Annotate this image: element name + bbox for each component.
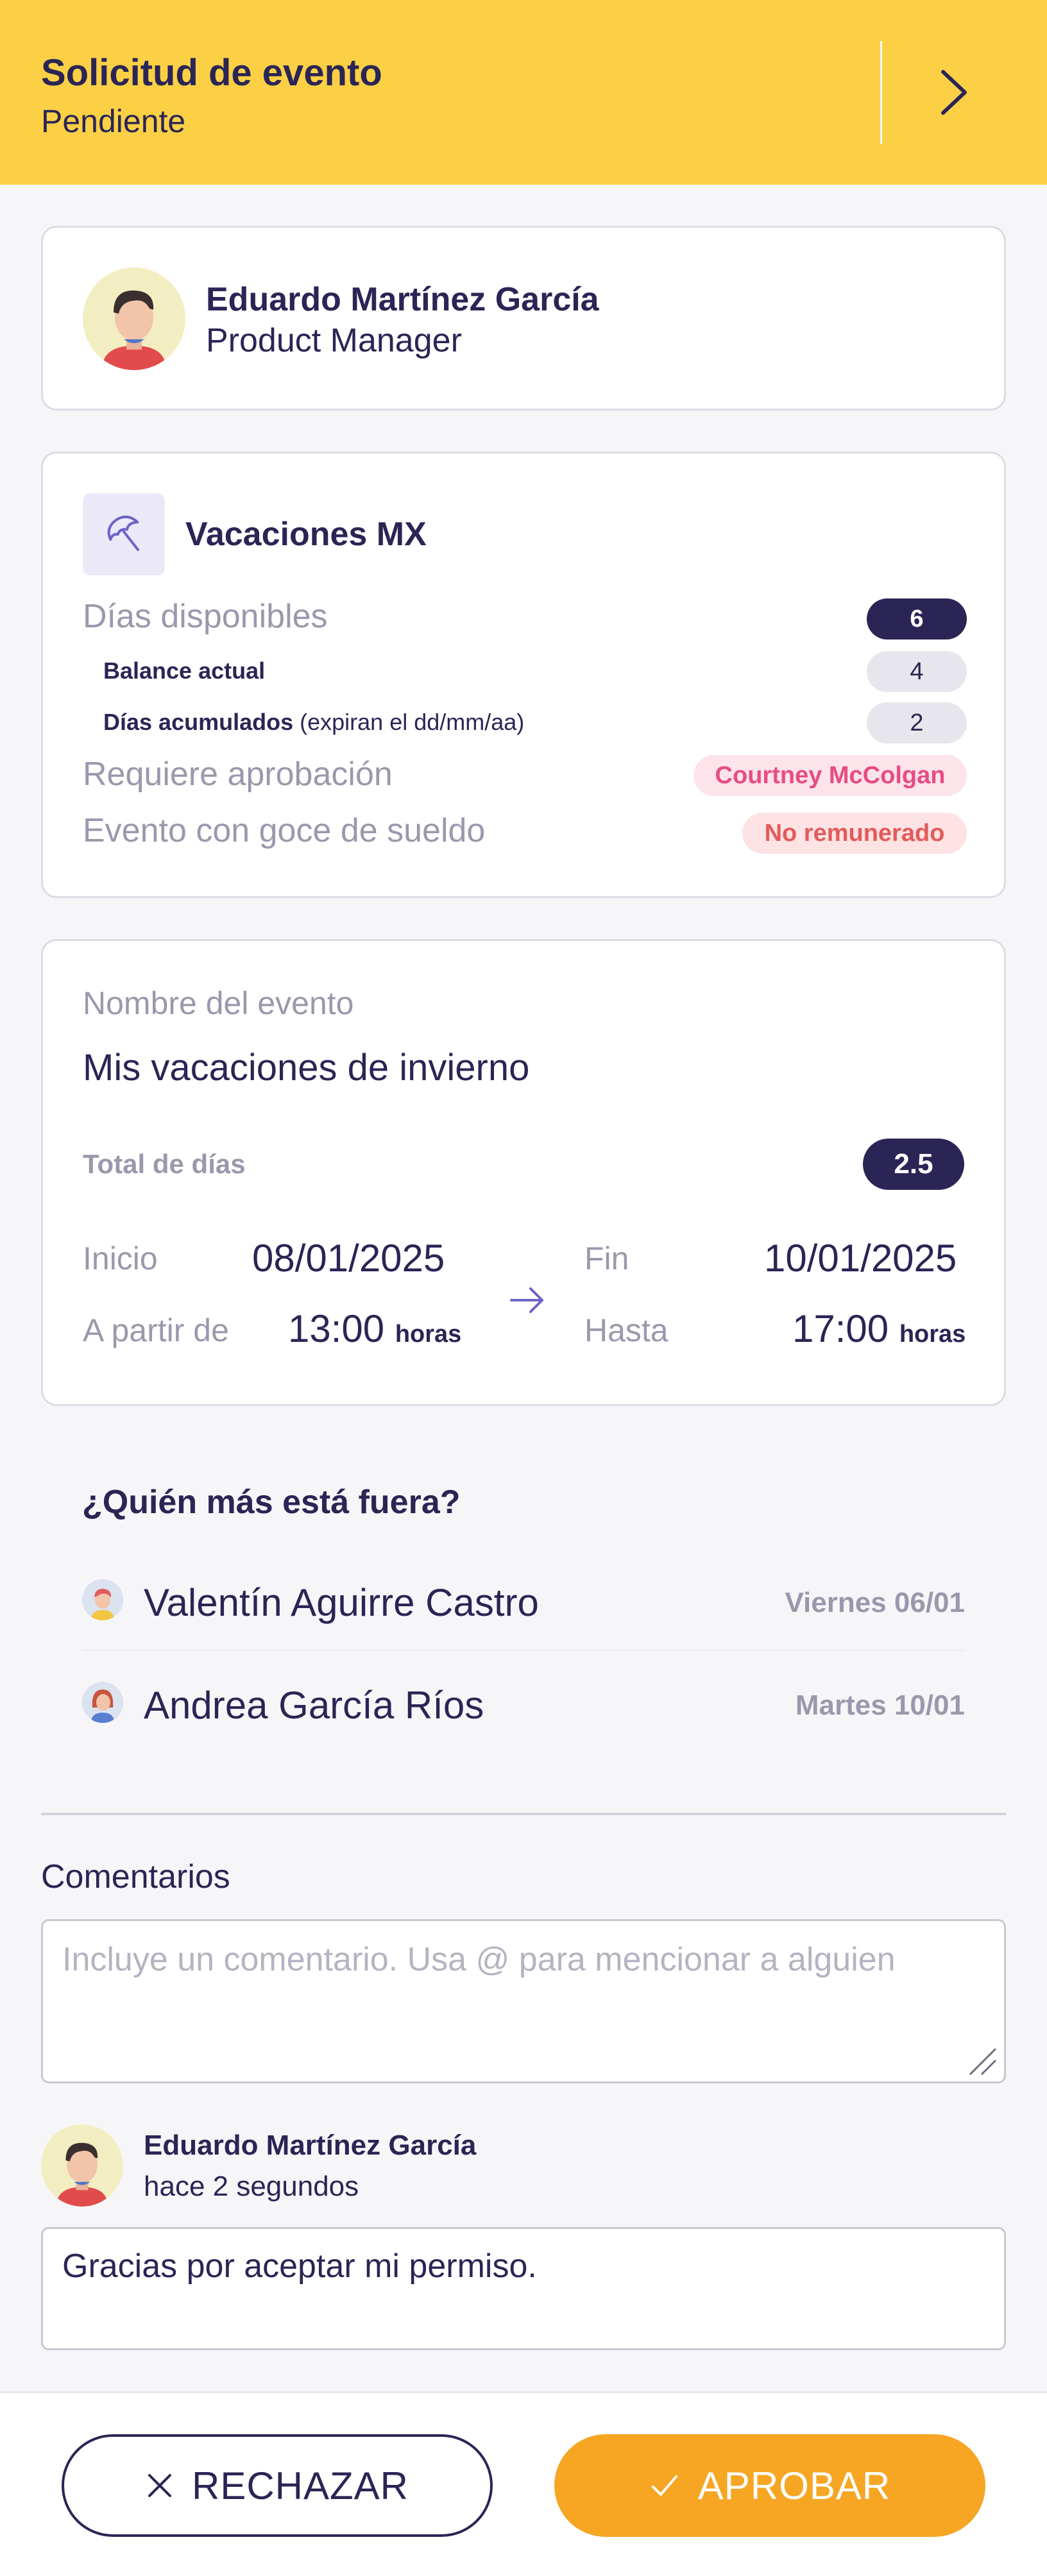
reject-button-label: RECHAZAR bbox=[191, 2464, 409, 2507]
employee-name: Eduardo Martínez García bbox=[206, 281, 599, 318]
end-time-value: 17:00 bbox=[792, 1307, 889, 1350]
from-time-label: A partir de bbox=[83, 1312, 229, 1348]
accrued-days-badge: 2 bbox=[867, 702, 967, 743]
list-item: Andrea García Ríos Martes 10/01 bbox=[82, 1650, 965, 1752]
avatar bbox=[82, 1579, 123, 1620]
start-time: 13:00 horas bbox=[288, 1307, 461, 1351]
reject-button[interactable]: RECHAZAR bbox=[62, 2434, 493, 2537]
current-balance-badge: 4 bbox=[867, 651, 967, 692]
resize-handle-icon[interactable] bbox=[965, 2044, 998, 2077]
action-bar: RECHAZAR APROBAR bbox=[0, 2391, 1047, 2576]
paid-event-label: Evento con goce de sueldo bbox=[83, 812, 486, 849]
event-name-label: Nombre del evento bbox=[83, 985, 354, 1021]
section-divider bbox=[41, 1813, 1006, 1815]
check-icon bbox=[651, 2475, 677, 2496]
start-time-unit: horas bbox=[395, 1321, 462, 1348]
approval-label: Requiere aprobación bbox=[83, 756, 393, 793]
event-type-name: Vacaciones MX bbox=[185, 516, 427, 553]
until-time-label: Hasta bbox=[584, 1312, 668, 1348]
chevron-right-icon bbox=[941, 70, 967, 115]
paid-status-badge: No remunerado bbox=[742, 813, 967, 854]
close-icon bbox=[148, 2474, 171, 2497]
comments-label: Comentarios bbox=[41, 1858, 230, 1895]
start-time-value: 13:00 bbox=[288, 1307, 385, 1350]
employee-role: Product Manager bbox=[206, 322, 462, 359]
accrued-days-note: (expiran el dd/mm/aa) bbox=[300, 709, 525, 735]
person-name: Andrea García Ríos bbox=[144, 1684, 484, 1727]
umbrella-icon bbox=[107, 515, 139, 551]
balance-card: Vacaciones MX Días disponibles 6 Balance… bbox=[41, 452, 1006, 898]
person-date: Martes 10/01 bbox=[795, 1690, 965, 1721]
header-divider bbox=[880, 41, 882, 144]
approver-badge: Courtney McColgan bbox=[694, 755, 967, 796]
request-status: Pendiente bbox=[41, 103, 186, 139]
page-title: Solicitud de evento bbox=[41, 52, 382, 94]
event-name: Mis vacaciones de invierno bbox=[83, 1047, 530, 1089]
current-balance-label: Balance actual bbox=[103, 657, 266, 684]
employee-card: Eduardo Martínez García Product Manager bbox=[41, 226, 1006, 411]
list-item: Valentín Aguirre Castro Viernes 06/01 bbox=[82, 1547, 965, 1650]
available-days-label: Días disponibles bbox=[83, 598, 328, 635]
total-days-badge: 2.5 bbox=[863, 1139, 964, 1190]
end-label: Fin bbox=[584, 1241, 629, 1276]
who-else-out-title: ¿Quién más está fuera? bbox=[82, 1484, 461, 1521]
comment-author: Eduardo Martínez García bbox=[144, 2130, 477, 2161]
accrued-days-label: Días acumulados (expiran el dd/mm/aa) bbox=[103, 709, 524, 736]
avatar bbox=[82, 1682, 123, 1723]
next-button[interactable] bbox=[928, 62, 979, 123]
approve-button[interactable]: APROBAR bbox=[554, 2434, 985, 2537]
person-name: Valentín Aguirre Castro bbox=[144, 1581, 539, 1624]
arrow-right-icon bbox=[510, 1287, 543, 1313]
start-label: Inicio bbox=[83, 1241, 158, 1276]
available-days-badge: 6 bbox=[867, 598, 967, 640]
approve-button-label: APROBAR bbox=[697, 2464, 891, 2507]
end-time-unit: horas bbox=[899, 1321, 966, 1348]
end-date: 10/01/2025 bbox=[764, 1237, 957, 1280]
end-time: 17:00 horas bbox=[792, 1307, 966, 1351]
comment-timestamp: hace 2 segundos bbox=[144, 2171, 359, 2202]
event-card: Nombre del evento Mis vacaciones de invi… bbox=[41, 939, 1006, 1406]
avatar bbox=[83, 267, 185, 370]
accrued-days-title: Días acumulados bbox=[103, 709, 294, 735]
total-days-label: Total de días bbox=[83, 1149, 246, 1179]
comment-input[interactable] bbox=[41, 1919, 1006, 2083]
app-header: Solicitud de evento Pendiente bbox=[0, 0, 1047, 185]
comment-text: Gracias por aceptar mi permiso. bbox=[41, 2227, 1006, 2350]
start-date: 08/01/2025 bbox=[252, 1237, 445, 1280]
event-type-icon-tile bbox=[83, 493, 165, 575]
person-date: Viernes 06/01 bbox=[785, 1587, 965, 1618]
avatar bbox=[41, 2124, 123, 2207]
